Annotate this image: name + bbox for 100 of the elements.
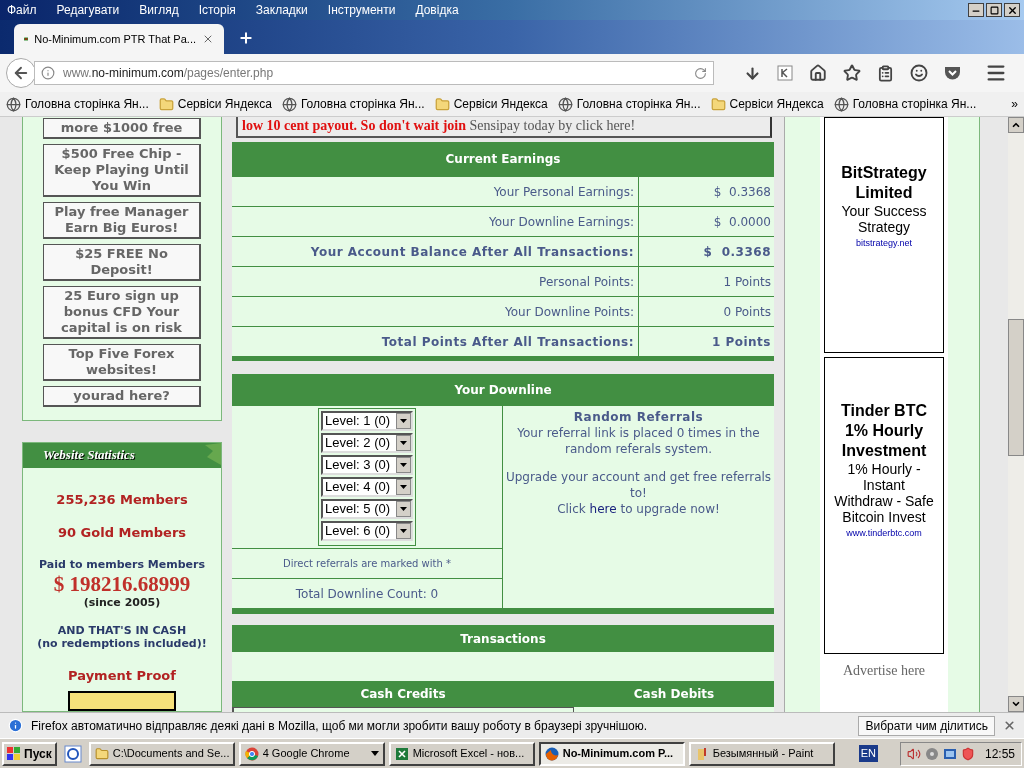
menu-item[interactable]: Файл [7, 1, 37, 19]
promo-link[interactable]: Sensipay today by click here! [469, 117, 636, 136]
scroll-up-icon[interactable] [1008, 117, 1024, 133]
sidebar-ad-link[interactable]: 25 Euro sign up bonus CFD Your capital is on risk [43, 286, 201, 339]
fox-globe-icon [544, 746, 559, 761]
share-choice-button[interactable]: Вибрати чим ділитись [858, 715, 995, 736]
quick-launch-icon[interactable] [63, 744, 82, 763]
level-dropdown[interactable]: Level: 5 (0) [321, 499, 413, 519]
shield-icon[interactable] [960, 746, 975, 761]
globe-icon [281, 96, 297, 112]
smiley-icon[interactable] [910, 64, 928, 82]
browser-tab[interactable]: No-Minimum.com PTR That Pa... [14, 24, 224, 54]
ad-url[interactable]: bitstrategy.net [856, 237, 912, 251]
home-icon[interactable] [809, 64, 827, 82]
stats-title: Website Statistics [43, 446, 135, 465]
more-bookmarks-chevron[interactable]: » [1011, 95, 1018, 113]
globe-icon [6, 96, 21, 112]
level-dropdown[interactable]: Level: 4 (0) [321, 477, 413, 497]
cash-note: AND THAT'S IN CASH [57, 623, 187, 637]
taskbar-button[interactable]: Microsoft Excel - нов... [388, 741, 535, 766]
scroll-thumb[interactable] [1008, 319, 1024, 456]
ad-banner[interactable]: Tinder BTC 1% Hourly Investment 1% Hourly - Instant Withdraw - Safe Bitcoin Invest www.tinderbtc.com [824, 357, 944, 654]
sidebar-ad-link[interactable]: Top Five Forex websites! [43, 344, 201, 381]
upgrade-text: Upgrade your account and get free referrals to! [505, 469, 772, 501]
menu-item[interactable]: Закладки [255, 1, 308, 19]
network-icon[interactable] [942, 746, 957, 761]
reading-list-icon[interactable] [877, 64, 894, 82]
level-dropdown[interactable]: Level: 6 (0) [321, 521, 413, 541]
speaker-icon[interactable] [906, 746, 921, 761]
sidebar-ad-link[interactable]: yourad here? [43, 386, 201, 407]
table-cell-text: Your Account Balance After All Transactions: [309, 243, 635, 261]
ad-text: 1% Hourly - Instant Withdraw - Safe Bitcoin Invest [833, 460, 935, 525]
sidebar-ad-link[interactable]: Play free Manager Earn Big Euros! [43, 202, 201, 239]
back-button[interactable] [6, 58, 36, 88]
bookmark-item[interactable]: Головна сторінка Ян... [557, 95, 701, 113]
taskbar-button[interactable]: No-Minimum.com P... [538, 741, 685, 766]
menu-item[interactable]: Інструменти [327, 1, 396, 19]
address-field[interactable]: www.no-minimum.com/pages/enter.php [34, 61, 714, 85]
restore-icon [989, 5, 999, 15]
random-referrals-title: Random Referrals [573, 409, 704, 425]
info-icon[interactable] [41, 66, 55, 80]
bookmark-item[interactable]: Сервіси Яндекса [710, 95, 824, 113]
bookmark-item[interactable]: Сервіси Яндекса [158, 95, 272, 113]
spreadsheet-icon [394, 746, 409, 761]
level-dropdown[interactable]: Level: 1 (0) [321, 411, 413, 431]
site-favicon-icon [24, 34, 29, 44]
close-button[interactable] [1004, 3, 1020, 17]
bookmark-item[interactable]: Головна сторінка Ян... [281, 95, 425, 113]
menu-item[interactable]: Редагувати [56, 1, 120, 19]
taskbar-button[interactable]: 4 Google Chrome [238, 741, 385, 766]
pocket-icon[interactable] [944, 65, 961, 81]
bookmark-item[interactable]: Сервіси Яндекса [434, 95, 548, 113]
menu-icon[interactable] [985, 62, 1007, 84]
level-dropdown[interactable]: Level: 3 (0) [321, 455, 413, 475]
bookmark-item[interactable]: Головна сторінка Ян... [833, 95, 977, 113]
notification-text: Firefox автоматично відправляє деякі дані в Mozilla, щоб ми могли зробити вашу роботу в браузері зручнішою. [31, 717, 648, 735]
minimize-button[interactable] [968, 3, 984, 17]
payment-proof-title: Payment Proof [68, 666, 176, 685]
table-header: Your Downline [453, 382, 553, 399]
dropdown-arrow-icon [370, 751, 379, 756]
sidebar-ad-link[interactable]: $25 FREE No Deposit! [43, 244, 201, 281]
sidebar-ad-link[interactable]: more $1000 free [43, 118, 201, 139]
scroll-down-icon[interactable] [1008, 696, 1024, 712]
promo-banner[interactable]: low 10 cent payout. So don't wait join Sensipay today by click here! [236, 117, 772, 138]
sidebar-ad-link[interactable]: $500 Free Chip - Keep Playing Until You Win [43, 144, 201, 197]
ad-text: Your Success Strategy [840, 203, 928, 235]
cash-note: (no redemptions included)! [37, 636, 207, 650]
upgrade-link[interactable]: here [589, 502, 617, 516]
close-icon[interactable] [1003, 719, 1016, 732]
ad-title: BitStrategy Limited [840, 163, 928, 203]
menu-item[interactable]: Довідка [415, 1, 459, 19]
reload-icon[interactable] [694, 66, 707, 80]
folder-icon [94, 746, 109, 761]
table-cell-text: Total Points After All Transactions: [380, 333, 635, 351]
table-cell: 1 Points [638, 327, 774, 356]
since-text: (since 2005) [83, 595, 161, 611]
menu-item[interactable]: Вигляд [139, 1, 179, 19]
close-tab-icon[interactable] [202, 33, 214, 45]
table-cell: Direct referrals are marked with * [232, 548, 502, 578]
start-button[interactable]: Пуск [2, 741, 57, 766]
bookmark-star-icon[interactable] [843, 64, 861, 82]
folder-icon [158, 96, 174, 112]
bookmark-item[interactable]: Головна сторінка Ян... [6, 95, 149, 113]
table-cell-text: Your Downline Points: [504, 303, 635, 321]
taskbar-button[interactable]: Безымянный - Paint [688, 741, 835, 766]
ad-title: Tinder BTC 1% Hourly Investment [840, 400, 928, 461]
ad-url[interactable]: www.tinderbtc.com [846, 526, 922, 541]
level-dropdown[interactable]: Level: 2 (0) [321, 433, 413, 453]
menu-item[interactable]: Історія [198, 1, 236, 19]
language-indicator[interactable]: EN [858, 745, 878, 762]
members-count: 255,236 Members [56, 490, 188, 509]
table-cell-text: Personal Points: [538, 273, 635, 291]
clock: 12:55 [984, 745, 1015, 763]
taskbar-button[interactable]: C:\Documents and Se... [88, 741, 235, 766]
page-k-icon[interactable] [777, 65, 793, 81]
new-tab-icon[interactable] [238, 30, 254, 46]
download-icon[interactable] [744, 64, 761, 82]
advertise-link[interactable]: Advertise here [843, 660, 925, 681]
restore-button[interactable] [986, 3, 1002, 17]
ad-banner[interactable]: BitStrategy Limited Your Success Strategy bitstrategy.net [824, 117, 944, 353]
